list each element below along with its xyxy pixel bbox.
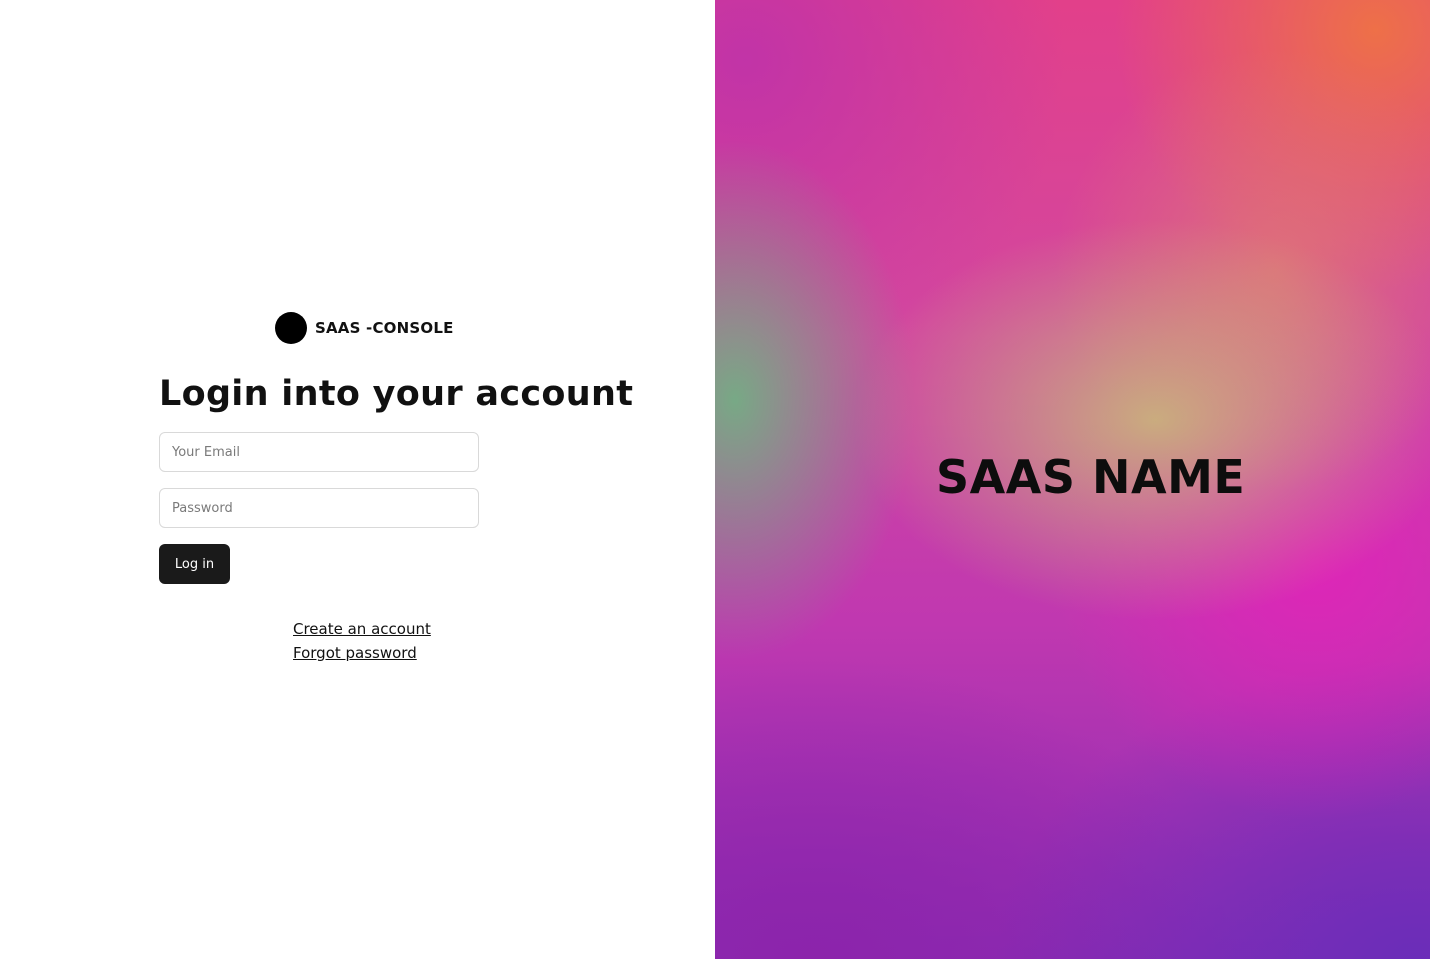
brand-name: SAAS -CONSOLE: [315, 319, 454, 337]
password-field[interactable]: [159, 488, 479, 528]
brand: SAAS -CONSOLE: [275, 312, 454, 344]
auth-links: Create an account Forgot password: [293, 617, 431, 665]
create-account-link[interactable]: Create an account: [293, 617, 431, 641]
hero-panel: SAAS NAME: [715, 0, 1430, 959]
page-title: Login into your account: [159, 374, 634, 414]
email-field[interactable]: [159, 432, 479, 472]
login-button[interactable]: Log in: [159, 544, 230, 584]
login-page: SAAS -CONSOLE Login into your account Lo…: [0, 0, 1430, 959]
forgot-password-link[interactable]: Forgot password: [293, 641, 431, 665]
hero-saas-name: SAAS NAME: [936, 450, 1246, 504]
circle-logo-icon: [275, 312, 307, 344]
login-panel: SAAS -CONSOLE Login into your account Lo…: [0, 0, 715, 959]
